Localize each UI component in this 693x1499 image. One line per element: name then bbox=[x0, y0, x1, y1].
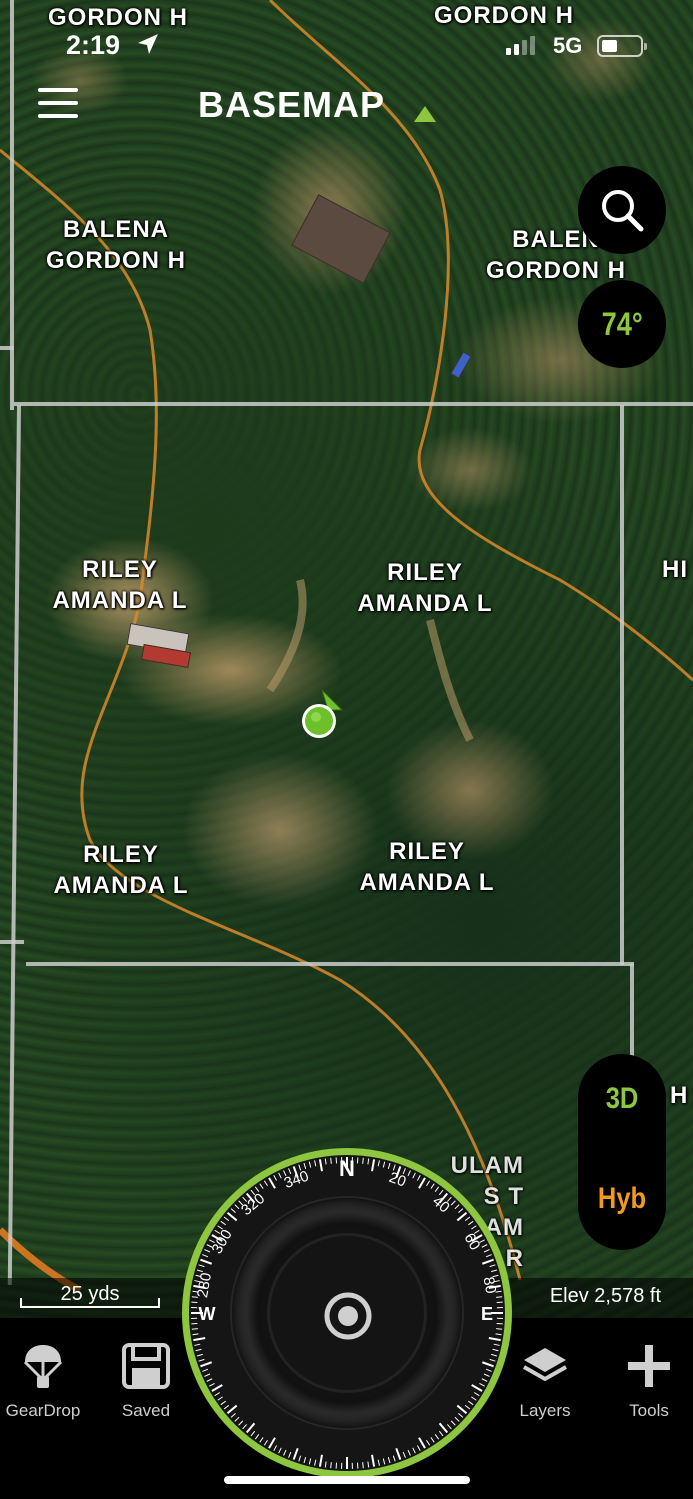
temperature-value: 74° bbox=[601, 305, 643, 342]
compass-tick bbox=[496, 1296, 503, 1298]
app-logo: BASEMAP bbox=[198, 84, 494, 128]
map-type-button[interactable]: Hyb bbox=[585, 1182, 660, 1216]
tab-label: Saved bbox=[121, 1401, 171, 1420]
map-label-parcel: RILEY AMANDA L bbox=[359, 838, 495, 896]
map-label-parcel: RILEY AMANDA L bbox=[53, 841, 189, 899]
view-toggle: 3D Hyb bbox=[578, 1054, 666, 1250]
compass-tick bbox=[496, 1328, 503, 1330]
compass-north-label: N bbox=[339, 1156, 355, 1181]
app-name: BASEMAP bbox=[198, 84, 386, 125]
parcel-boundary bbox=[26, 962, 634, 966]
map-label-parcel: RILEY AMANDA L bbox=[52, 556, 188, 614]
search-button[interactable] bbox=[578, 166, 666, 254]
tab-saved[interactable]: Saved bbox=[101, 1342, 191, 1421]
tab-tools[interactable]: Tools bbox=[604, 1342, 693, 1421]
compass-west-label: W bbox=[199, 1304, 216, 1324]
compass-tick bbox=[330, 1462, 332, 1469]
menu-button[interactable] bbox=[38, 88, 78, 120]
compass-tick bbox=[330, 1157, 332, 1164]
cellular-signal-icon bbox=[506, 36, 535, 55]
map-label-parcel: HI bbox=[662, 556, 688, 583]
hamburger-icon bbox=[38, 88, 78, 92]
map-label-parcel: GORDON H bbox=[48, 4, 188, 31]
map-label-parcel: H bbox=[670, 1082, 689, 1109]
target-icon bbox=[324, 1292, 372, 1340]
save-icon bbox=[122, 1343, 170, 1389]
layers-icon bbox=[523, 1348, 567, 1382]
map-label-parcel: RILEY AMANDA L bbox=[357, 559, 493, 617]
plus-icon bbox=[628, 1345, 670, 1387]
compass-tick bbox=[191, 1328, 198, 1330]
compass-degree-label: 80 bbox=[480, 1276, 500, 1295]
home-indicator bbox=[224, 1476, 470, 1484]
scale-bar bbox=[20, 1298, 160, 1308]
elevation-readout: Elev 2,578 ft bbox=[549, 1285, 661, 1307]
status-time: 2:19 bbox=[66, 30, 121, 60]
parcel-boundary bbox=[0, 940, 24, 944]
compass-tick bbox=[362, 1157, 364, 1164]
parcel-boundary bbox=[620, 405, 624, 965]
logo-triangle-icon bbox=[414, 106, 436, 122]
tab-label: Tools bbox=[629, 1401, 669, 1420]
compass-east-label: E bbox=[481, 1304, 493, 1324]
weather-button[interactable]: 74° bbox=[578, 280, 666, 368]
map-label-parcel: GORDON H bbox=[434, 2, 574, 29]
location-services-icon bbox=[138, 34, 158, 54]
user-location-marker[interactable] bbox=[298, 686, 346, 744]
battery-icon bbox=[597, 35, 647, 57]
parachute-icon bbox=[23, 1345, 63, 1388]
compass-tick bbox=[362, 1462, 364, 1469]
network-type: 5G bbox=[553, 33, 583, 58]
parcel-boundary bbox=[14, 402, 693, 406]
search-icon bbox=[602, 190, 644, 232]
tab-label: GearDrop bbox=[5, 1401, 81, 1420]
parcel-boundary bbox=[0, 346, 14, 350]
toggle-3d-button[interactable]: 3D bbox=[585, 1082, 660, 1116]
parcel-boundary bbox=[630, 964, 634, 1064]
map-label-parcel: BALENA GORDON H bbox=[46, 216, 186, 274]
tab-geardrop[interactable]: GearDrop bbox=[0, 1342, 88, 1421]
